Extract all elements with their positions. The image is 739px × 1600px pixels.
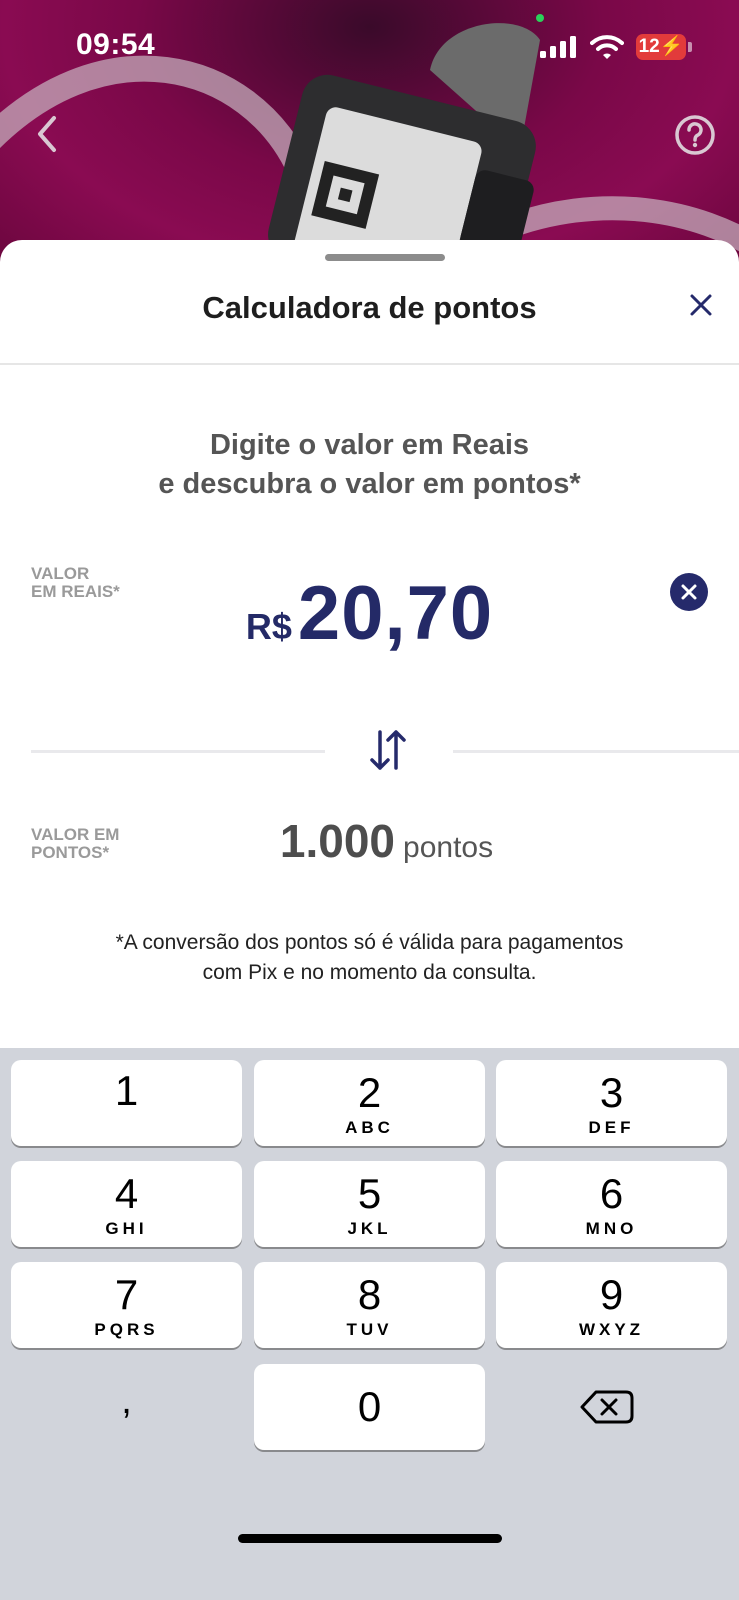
- key-digit: 5: [357, 1170, 382, 1217]
- points-calculator-sheet: Calculadora de pontos Digite o valor em …: [0, 240, 739, 1048]
- key-letters: PQRS: [94, 1320, 159, 1339]
- conversion-disclaimer: *A conversão dos pontos só é válida para…: [0, 928, 739, 988]
- key-2[interactable]: 2 ABC: [254, 1060, 485, 1146]
- key-7[interactable]: 7 PQRS: [11, 1262, 242, 1348]
- disclaimer-line-2: com Pix e no momento da consulta.: [202, 961, 537, 984]
- hero-banner: 09:54 12⚡: [0, 0, 739, 270]
- key-comma[interactable]: ,: [11, 1364, 242, 1450]
- swap-arrows-icon[interactable]: [369, 728, 407, 772]
- key-digit: 8: [357, 1271, 382, 1318]
- question-circle-icon[interactable]: [674, 114, 716, 156]
- instruction-text: Digite o valor em Reais e descubra o val…: [0, 426, 739, 504]
- status-bar: 09:54 12⚡: [0, 14, 739, 68]
- key-digit: 2: [357, 1069, 382, 1116]
- key-digit: 3: [599, 1069, 624, 1116]
- key-3[interactable]: 3 DEF: [496, 1060, 727, 1146]
- backspace-icon[interactable]: [496, 1364, 727, 1450]
- instruction-line-2: e descubra o valor em pontos*: [158, 468, 581, 500]
- key-digit: 4: [114, 1170, 139, 1217]
- points-unit: pontos: [403, 831, 494, 864]
- key-letters: DEF: [588, 1118, 635, 1137]
- key-digit: 6: [599, 1170, 624, 1217]
- disclaimer-line-1: *A conversão dos pontos só é válida para…: [115, 931, 624, 954]
- sheet-grabber[interactable]: [325, 254, 445, 261]
- battery-icon: 12⚡: [636, 34, 686, 60]
- key-letters: JKL: [347, 1219, 392, 1238]
- status-time: 09:54: [76, 28, 156, 61]
- close-icon[interactable]: [686, 290, 716, 320]
- instruction-line-1: Digite o valor em Reais: [209, 429, 530, 461]
- currency-symbol: R$: [245, 606, 292, 647]
- divider-right: [453, 750, 739, 753]
- title-divider: [0, 363, 739, 365]
- key-1[interactable]: 1: [11, 1060, 242, 1146]
- cellular-signal-icon: [540, 36, 576, 58]
- key-5[interactable]: 5 JKL: [254, 1161, 485, 1247]
- points-value: 1.000: [279, 815, 396, 867]
- key-8[interactable]: 8 TUV: [254, 1262, 485, 1348]
- battery-level: 12: [638, 36, 660, 57]
- key-4[interactable]: 4 GHI: [11, 1161, 242, 1247]
- key-letters: GHI: [105, 1219, 148, 1238]
- battery-tip: [688, 42, 692, 52]
- key-letters: MNO: [585, 1219, 638, 1238]
- points-result: 1.000 pontos: [0, 814, 739, 868]
- key-0[interactable]: 0: [254, 1364, 485, 1450]
- wifi-icon: [590, 35, 624, 59]
- key-9[interactable]: 9 WXYZ: [496, 1262, 727, 1348]
- chevron-left-icon[interactable]: [30, 112, 64, 156]
- camera-indicator: [536, 14, 544, 22]
- key-letters: TUV: [346, 1320, 393, 1339]
- key-letters: ABC: [345, 1118, 394, 1137]
- amount-value: 20,70: [297, 571, 494, 656]
- clear-amount-icon[interactable]: [670, 573, 708, 611]
- key-digit: 1: [114, 1067, 139, 1114]
- key-letters: WXYZ: [578, 1320, 645, 1339]
- reais-amount-input[interactable]: R$20,70: [0, 570, 739, 657]
- home-indicator[interactable]: [238, 1534, 502, 1543]
- key-digit: 7: [114, 1271, 139, 1318]
- key-6[interactable]: 6 MNO: [496, 1161, 727, 1247]
- key-digit: 9: [599, 1271, 624, 1318]
- divider-left: [31, 750, 325, 753]
- numeric-keyboard: 1 2 ABC 3 DEF 4 GHI 5 JKL 6 MNO 7 PQRS 8…: [0, 1048, 739, 1600]
- key-digit: 0: [357, 1383, 382, 1430]
- sheet-title: Calculadora de pontos: [202, 290, 537, 325]
